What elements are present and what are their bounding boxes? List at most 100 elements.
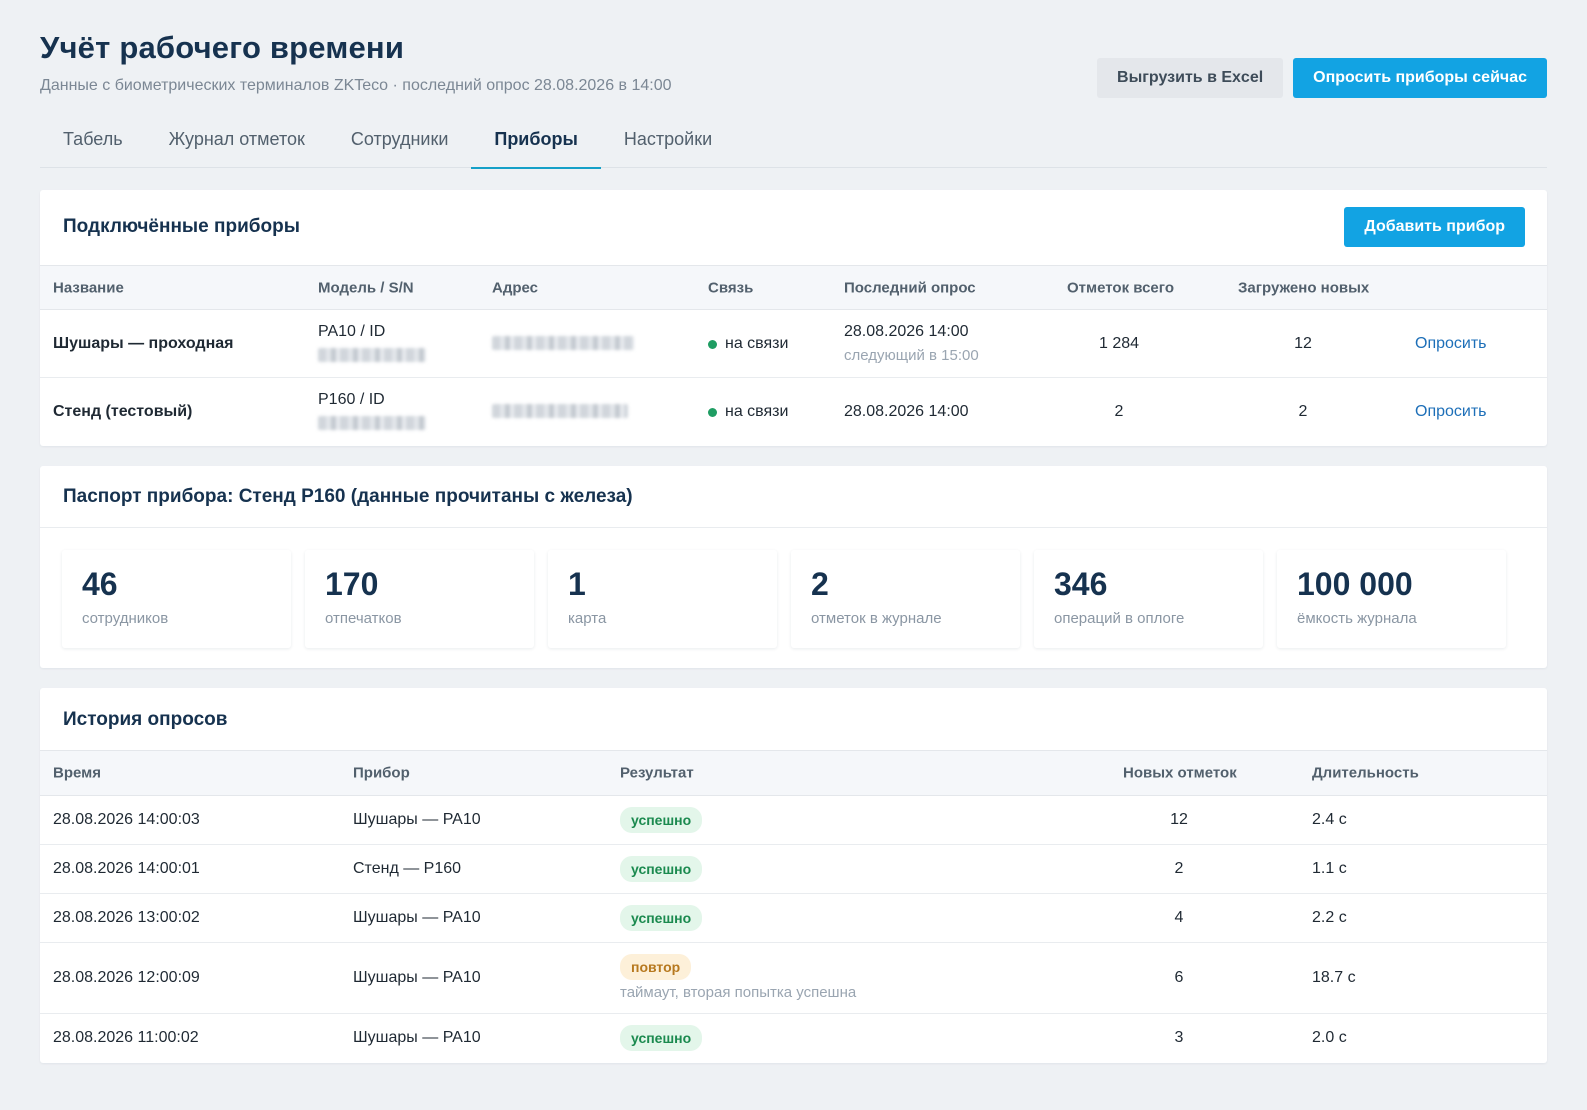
stat-value: 170	[325, 566, 379, 602]
column-header-result: Результат	[620, 764, 694, 782]
stat-value: 100 000	[1297, 566, 1413, 602]
poll-device-link[interactable]: Опросить	[1415, 403, 1487, 421]
status-badge: успешно	[620, 856, 703, 882]
device-passport-title: Паспорт прибора: Стенд P160 (данные проч…	[63, 486, 633, 507]
online-status-icon	[708, 407, 717, 417]
tab-employees[interactable]: Сотрудники	[328, 118, 472, 168]
poll-duration: 18.7 с	[1312, 969, 1356, 986]
column-header-device: Прибор	[353, 764, 410, 782]
poll-new-marks: 3	[1174, 1029, 1184, 1046]
device-passport-card: Паспорт прибора: Стенд P160 (данные проч…	[40, 466, 1547, 668]
history-table-header: Время Прибор Результат Новых отметок Дли…	[40, 750, 1547, 796]
tab-settings[interactable]: Настройки	[601, 118, 735, 168]
table-row: 28.08.2026 14:00:01 Стенд — P160 успешно…	[40, 845, 1547, 894]
connection-status: на связи	[708, 335, 788, 353]
poll-device: Шушары — PA10	[353, 811, 481, 828]
total-marks: 1 284	[1098, 335, 1140, 352]
poll-device: Шушары — PA10	[353, 1029, 481, 1046]
add-device-button[interactable]: Добавить прибор	[1344, 207, 1525, 247]
poll-history-title: История опросов	[63, 709, 228, 730]
poll-duration: 2.0 с	[1312, 1029, 1347, 1046]
poll-time: 28.08.2026 14:00:01	[53, 860, 200, 877]
column-header-last-poll: Последний опрос	[844, 279, 976, 296]
stat-label: операций в оплоге	[1054, 610, 1185, 627]
connection-status-label: на связи	[725, 403, 789, 420]
stat-label: ёмкость журнала	[1297, 610, 1417, 627]
export-excel-button[interactable]: Выгрузить в Excel	[1097, 58, 1284, 98]
page-header: Учёт рабочего времени Данные с биометрич…	[40, 0, 1547, 110]
devices-table-header: Название Модель / S/N Адрес Связь Послед…	[40, 265, 1547, 310]
connection-status-label: на связи	[725, 335, 789, 352]
stat-label: отпечатков	[325, 610, 402, 627]
stat-journal-marks: 2 отметок в журнале	[791, 550, 1020, 648]
status-badge: успешно	[620, 905, 703, 931]
header-actions: Выгрузить в Excel Опросить приборы сейча…	[1097, 58, 1547, 98]
connected-devices-title: Подключённые приборы	[63, 216, 300, 237]
stat-label: карта	[568, 610, 607, 627]
tab-journal[interactable]: Журнал отметок	[146, 118, 328, 168]
page-subtitle: Данные с биометрических терминалов ZKTec…	[40, 77, 672, 94]
table-row: 28.08.2026 11:00:02 Шушары — PA10 успешн…	[40, 1014, 1547, 1063]
table-row: 28.08.2026 13:00:02 Шушары — PA10 успешн…	[40, 894, 1547, 943]
poll-history-card: История опросов Время Прибор Результат Н…	[40, 688, 1547, 1063]
poll-new-marks: 2	[1174, 860, 1184, 877]
column-header-new-loaded: Загружено новых	[1238, 279, 1370, 296]
next-poll-time: следующий в 15:00	[844, 347, 979, 364]
poll-note: таймаут, вторая попытка успешна	[620, 984, 857, 1001]
stat-oplog-operations: 346 операций в оплоге	[1034, 550, 1263, 648]
stat-label: отметок в журнале	[811, 610, 942, 627]
stat-value: 46	[82, 566, 118, 602]
stat-value: 1	[568, 566, 586, 602]
tab-bar: Табель Журнал отметок Сотрудники Приборы…	[40, 118, 1547, 169]
poll-new-marks: 12	[1170, 811, 1188, 828]
tab-devices[interactable]: Приборы	[471, 118, 602, 169]
total-marks: 2	[1114, 403, 1124, 420]
device-name: Шушары — проходная	[53, 335, 234, 352]
passport-stats: 46 сотрудников 170 отпечатков 1 карта 2 …	[62, 550, 1506, 648]
device-serial-redacted	[318, 348, 426, 362]
status-badge: успешно	[620, 807, 703, 833]
column-header-total-marks: Отметок всего	[1067, 279, 1174, 296]
column-header-duration: Длительность	[1312, 764, 1419, 782]
device-model: PA10 / ID	[318, 323, 386, 340]
connection-status: на связи	[708, 403, 788, 421]
table-row: Шушары — проходная PA10 / ID на связи 28…	[40, 310, 1547, 378]
device-model: P160 / ID	[318, 391, 385, 408]
poll-new-marks: 4	[1174, 909, 1184, 926]
poll-devices-now-button[interactable]: Опросить приборы сейчас	[1293, 58, 1547, 98]
poll-duration: 2.2 с	[1312, 909, 1347, 926]
stat-journal-capacity: 100 000 ёмкость журнала	[1277, 550, 1506, 648]
column-header-time: Время	[53, 764, 101, 782]
device-address-redacted	[492, 404, 628, 418]
stat-label: сотрудников	[82, 610, 169, 627]
poll-time: 28.08.2026 12:00:09	[53, 969, 200, 986]
last-poll-time: 28.08.2026 14:00	[844, 403, 969, 420]
poll-device: Стенд — P160	[353, 860, 462, 877]
device-passport-header: Паспорт прибора: Стенд P160 (данные проч…	[40, 466, 1547, 528]
connected-devices-card: Подключённые приборы Добавить прибор Наз…	[40, 190, 1547, 446]
table-row: Стенд (тестовый) P160 / ID на связи 28.0…	[40, 378, 1547, 446]
poll-time: 28.08.2026 13:00:02	[53, 909, 200, 926]
column-header-address: Адрес	[492, 279, 539, 296]
status-badge: повтор	[620, 954, 692, 980]
device-serial-redacted	[318, 416, 426, 430]
table-row: 28.08.2026 12:00:09 Шушары — PA10 повтор…	[40, 943, 1547, 1014]
poll-duration: 1.1 с	[1312, 860, 1347, 877]
stat-employees: 46 сотрудников	[62, 550, 291, 648]
poll-duration: 2.4 с	[1312, 811, 1347, 828]
column-header-new-marks: Новых отметок	[1123, 764, 1237, 782]
poll-device-link[interactable]: Опросить	[1415, 335, 1487, 353]
device-name: Стенд (тестовый)	[53, 403, 193, 420]
status-badge: успешно	[620, 1025, 703, 1051]
poll-device: Шушары — PA10	[353, 969, 481, 986]
column-header-name: Название	[53, 279, 124, 296]
page: Учёт рабочего времени Данные с биометрич…	[40, 0, 1547, 1063]
table-row: 28.08.2026 14:00:03 Шушары — PA10 успешн…	[40, 796, 1547, 845]
tab-timesheet[interactable]: Табель	[40, 118, 146, 168]
poll-device: Шушары — PA10	[353, 909, 481, 926]
new-loaded: 12	[1294, 335, 1312, 352]
device-address-redacted	[492, 336, 634, 350]
stat-value: 2	[811, 566, 829, 602]
poll-time: 28.08.2026 14:00:03	[53, 811, 200, 828]
online-status-icon	[708, 339, 717, 349]
